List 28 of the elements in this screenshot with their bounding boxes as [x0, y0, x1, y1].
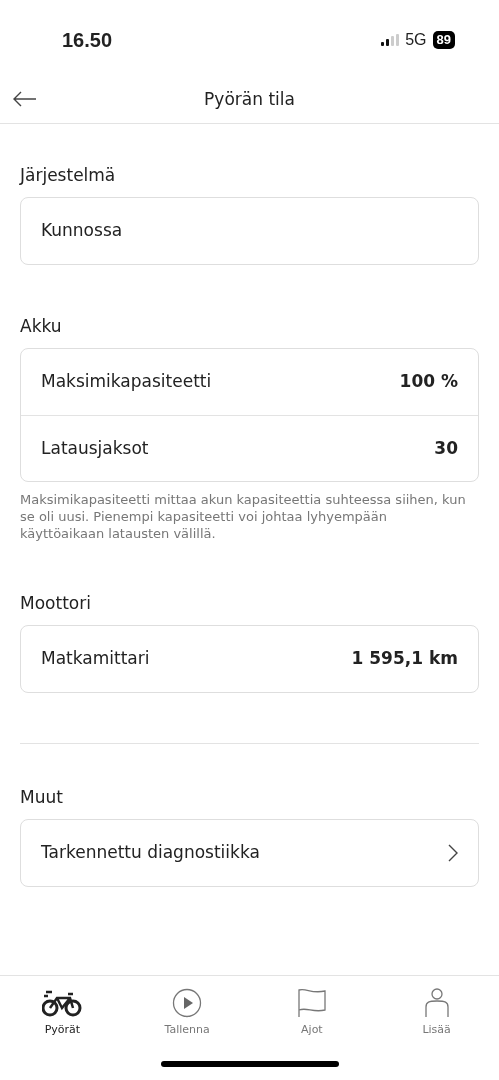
tab[interactable]: Tallenna: [124, 976, 250, 1039]
status-time: 16.50: [62, 28, 113, 53]
section-heading: Akku: [20, 315, 63, 337]
row-value: 100 %: [399, 370, 458, 394]
row-label: Maksimikapasiteetti: [41, 370, 212, 394]
network-label: 5G: [405, 30, 427, 50]
play-icon: [172, 988, 203, 1018]
back-arrow-icon[interactable]: [13, 91, 37, 107]
tab[interactable]: Pyörät: [0, 976, 125, 1039]
person-icon: [423, 988, 450, 1018]
row-label: Matkamittari: [41, 647, 150, 671]
chevron-right-icon: [448, 844, 458, 862]
row-value: 30: [434, 436, 458, 460]
section-heading: Moottori: [20, 592, 92, 614]
note-text: Maksimikapasiteetti mittaa akun kapasiteettia suhteessa siihen, kun se oli uusi. Pienempi kapasiteetti voi johtaa lyhyempään käyttöaikaan latausten välillä.: [20, 491, 467, 542]
signal-icon: [381, 34, 400, 46]
diagnostics-row[interactable]: Tarkennettu diagnostiikka: [21, 820, 478, 886]
section-heading: Muut: [20, 786, 64, 808]
row-label: Latausjaksot: [41, 436, 149, 460]
tab[interactable]: Ajot: [249, 976, 375, 1039]
battery-indicator: 89: [432, 31, 455, 49]
bicycle-icon: [42, 989, 83, 1017]
tab[interactable]: Lisää: [374, 976, 499, 1039]
section-heading: Järjestelmä: [20, 164, 117, 186]
page-title: Pyörän tila: [204, 87, 295, 111]
row-label: Kunnossa: [41, 219, 123, 243]
row-value: 1 595,1 km: [351, 647, 458, 671]
flag-icon: [296, 988, 327, 1018]
